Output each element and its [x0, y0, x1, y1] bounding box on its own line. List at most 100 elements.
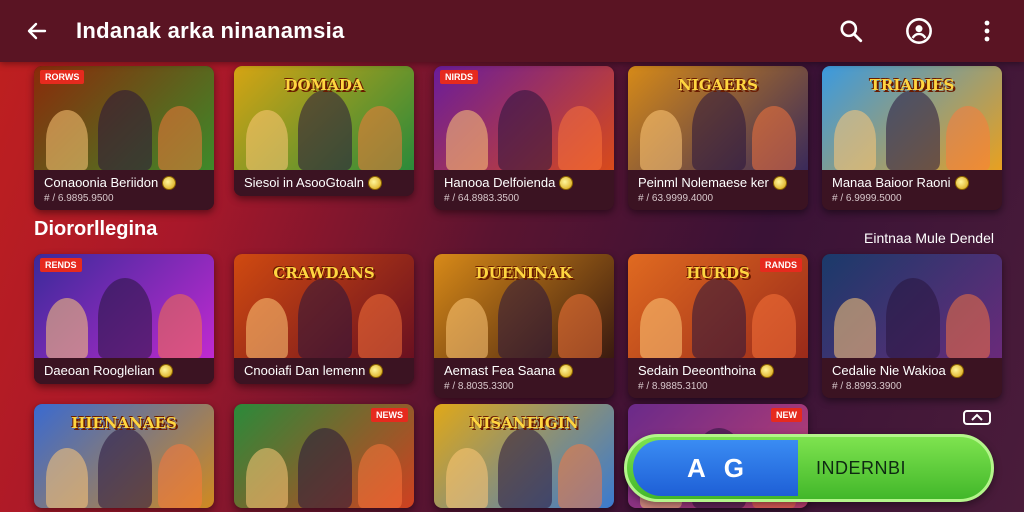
character-illustration — [834, 298, 876, 358]
character-illustration — [98, 428, 152, 508]
character-illustration — [46, 110, 88, 170]
game-price: # / 8.9885.3100 — [638, 381, 708, 392]
character-illustration — [358, 294, 402, 358]
game-card-art: DOMADA — [234, 66, 414, 170]
game-title-row: Conaoonia Beriidon — [44, 175, 204, 190]
game-card-meta: Cedalie Nie Wakioa # / 8.8993.3900 — [822, 358, 1002, 398]
game-card-art: NIGAERS — [628, 66, 808, 170]
game-card-art: DUENINAK — [434, 254, 614, 358]
game-card-art — [822, 254, 1002, 358]
game-card-meta: Cnooiafi Dan lemenn — [234, 358, 414, 384]
game-title-row: Sedain Deeonthoina — [638, 363, 798, 378]
game-card-meta: Hanooa Delfoienda # / 64.8983.3500 — [434, 170, 614, 210]
game-title-row: Siesoi in AsooGtoaln — [244, 175, 404, 190]
game-price: # / 63.9999.4000 — [638, 193, 714, 204]
game-title-row: Cedalie Nie Wakioa — [832, 363, 992, 378]
new-badge: NEW — [771, 408, 802, 422]
game-card-art: HIENANAES — [34, 404, 214, 508]
character-illustration — [640, 110, 682, 170]
game-card[interactable]: DUENINAK Aemast Fea Saana # / 8.8035.3300 — [434, 254, 614, 398]
cast-button[interactable] — [962, 408, 996, 430]
character-illustration — [446, 298, 488, 358]
game-card-meta: Peinml Nolemaese ker # / 63.9999.4000 — [628, 170, 808, 210]
game-logo-text: CRAWDANS — [273, 264, 375, 282]
character-illustration — [446, 110, 488, 170]
game-card[interactable]: NISANEIGIN — [434, 404, 614, 508]
install-button[interactable]: A G INDERNBI — [624, 434, 994, 502]
game-card[interactable]: RORWS Conaoonia Beriidon # / 6.9895.9500 — [34, 66, 214, 210]
coin-icon — [369, 363, 384, 378]
character-illustration — [946, 106, 990, 170]
character-illustration — [886, 278, 940, 358]
character-illustration — [46, 298, 88, 358]
new-badge: RANDS — [759, 258, 802, 272]
game-card-art: NEWS — [234, 404, 414, 508]
game-card-art: TRIADIES — [822, 66, 1002, 170]
character-illustration — [640, 298, 682, 358]
game-card-meta: Manaa Baioor Raoni # / 6.9999.5000 — [822, 170, 1002, 210]
character-illustration — [692, 278, 746, 358]
account-button[interactable] — [896, 8, 942, 54]
coin-icon — [559, 175, 574, 190]
character-illustration — [358, 106, 402, 170]
game-title: Daeoan Rooglelian — [44, 363, 155, 378]
game-title: Cedalie Nie Wakioa — [832, 363, 946, 378]
game-title-row: Hanooa Delfoienda — [444, 175, 604, 190]
game-price: # / 64.8983.3500 — [444, 193, 520, 204]
character-illustration — [946, 294, 990, 358]
section-title: Diororllegina — [34, 218, 158, 240]
character-illustration — [158, 444, 202, 508]
game-row-top: RORWS Conaoonia Beriidon # / 6.9895.9500 DO… — [0, 66, 1024, 210]
new-badge: RORWS — [40, 70, 85, 84]
game-logo-text: HIENANAES — [71, 414, 177, 432]
game-card-art: NISANEIGIN — [434, 404, 614, 508]
game-card[interactable]: HIENANAES — [34, 404, 214, 508]
game-card[interactable]: NIGAERS Peinml Nolemaese ker # / 63.9999.4… — [628, 66, 808, 210]
game-card[interactable]: CRAWDANS Cnooiafi Dan lemenn — [234, 254, 414, 384]
coin-icon — [759, 363, 774, 378]
game-card[interactable]: DOMADA Siesoi in AsooGtoaln — [234, 66, 414, 196]
game-card-meta: Siesoi in AsooGtoaln — [234, 170, 414, 196]
section-see-more-link[interactable]: Eintnaa Mule Dendel — [864, 230, 994, 246]
game-card[interactable]: NIRDS Hanooa Delfoienda # / 64.8983.3500 — [434, 66, 614, 210]
game-title: Hanooa Delfoienda — [444, 175, 556, 190]
game-title-row: Cnooiafi Dan lemenn — [244, 363, 404, 378]
game-title-row: Aemast Fea Saana — [444, 363, 604, 378]
game-title: Manaa Baioor Raoni — [832, 175, 951, 190]
game-title: Peinml Nolemaese ker — [638, 175, 769, 190]
game-logo-text: NISANEIGIN — [469, 414, 579, 432]
character-illustration — [498, 428, 552, 508]
character-illustration — [358, 444, 402, 508]
game-card[interactable]: RENDS Daeoan Rooglelian — [34, 254, 214, 384]
game-card[interactable]: TRIADIES Manaa Baioor Raoni # / 6.9999.500… — [822, 66, 1002, 210]
more-vert-icon — [984, 20, 990, 42]
game-card[interactable]: HURDS RANDS Sedain Deeonthoina # / 8.9885.3… — [628, 254, 808, 398]
character-illustration — [298, 90, 352, 170]
new-badge: NEWS — [371, 408, 408, 422]
character-illustration — [298, 428, 352, 508]
game-card-art: CRAWDANS — [234, 254, 414, 358]
install-letter: A — [686, 452, 706, 483]
game-card[interactable]: Cedalie Nie Wakioa # / 8.8993.3900 — [822, 254, 1002, 398]
back-button[interactable] — [12, 6, 62, 56]
install-symbol: G — [723, 452, 744, 483]
game-card-art: RENDS — [34, 254, 214, 358]
game-card-meta: Aemast Fea Saana # / 8.8035.3300 — [434, 358, 614, 398]
game-title-row: Peinml Nolemaese ker — [638, 175, 798, 190]
search-icon — [840, 20, 863, 43]
coin-icon — [772, 175, 787, 190]
coin-icon — [367, 175, 382, 190]
character-illustration — [498, 278, 552, 358]
game-logo-text: TRIADIES — [869, 76, 955, 94]
character-illustration — [558, 444, 602, 508]
page-title: Indanak arka ninanamsia — [76, 18, 345, 43]
search-button[interactable] — [828, 8, 874, 54]
coin-icon — [559, 363, 574, 378]
arrow-left-icon — [27, 22, 47, 40]
game-card[interactable]: NEWS — [234, 404, 414, 508]
character-illustration — [98, 278, 152, 358]
game-title-row: Manaa Baioor Raoni — [832, 175, 992, 190]
game-card-art: RORWS — [34, 66, 214, 170]
more-options-button[interactable] — [964, 8, 1010, 54]
game-title-row: Daeoan Rooglelian — [44, 363, 204, 378]
